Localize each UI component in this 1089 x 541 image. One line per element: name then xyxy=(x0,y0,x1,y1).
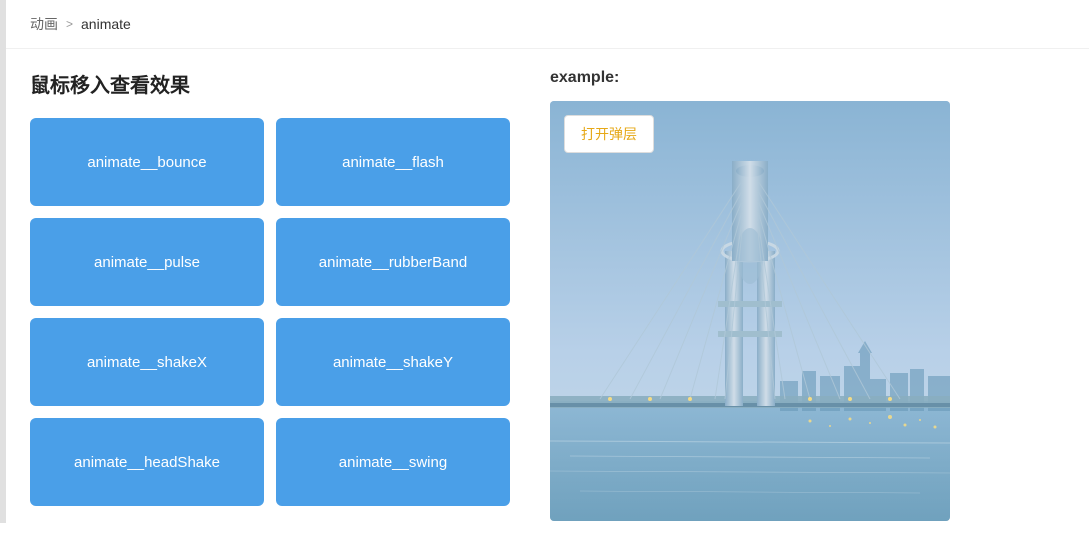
bridge-svg xyxy=(550,101,950,521)
anim-btn-rubberBand[interactable]: animate__rubberBand xyxy=(276,218,510,306)
example-label: example: xyxy=(550,69,1059,87)
breadcrumb-parent[interactable]: 动画 xyxy=(30,14,58,34)
sidebar-indicator xyxy=(0,0,6,523)
animation-grid: animate__bounceanimate__flashanimate__pu… xyxy=(30,118,510,506)
anim-btn-shakeX[interactable]: animate__shakeX xyxy=(30,318,264,406)
right-panel: example: 打开弹层 xyxy=(550,69,1059,521)
anim-btn-swing[interactable]: animate__swing xyxy=(276,418,510,506)
example-image-container: 打开弹层 xyxy=(550,101,950,521)
anim-btn-shakeY[interactable]: animate__shakeY xyxy=(276,318,510,406)
section-title: 鼠标移入查看效果 xyxy=(30,69,510,98)
anim-btn-bounce[interactable]: animate__bounce xyxy=(30,118,264,206)
anim-btn-headShake[interactable]: animate__headShake xyxy=(30,418,264,506)
left-panel: 鼠标移入查看效果 animate__bounceanimate__flashan… xyxy=(30,69,510,521)
anim-btn-flash[interactable]: animate__flash xyxy=(276,118,510,206)
open-popup-button[interactable]: 打开弹层 xyxy=(564,115,654,153)
anim-btn-pulse[interactable]: animate__pulse xyxy=(30,218,264,306)
breadcrumb: 动画 > animate xyxy=(0,0,1089,49)
breadcrumb-current: animate xyxy=(81,16,131,32)
breadcrumb-separator: > xyxy=(66,17,73,31)
